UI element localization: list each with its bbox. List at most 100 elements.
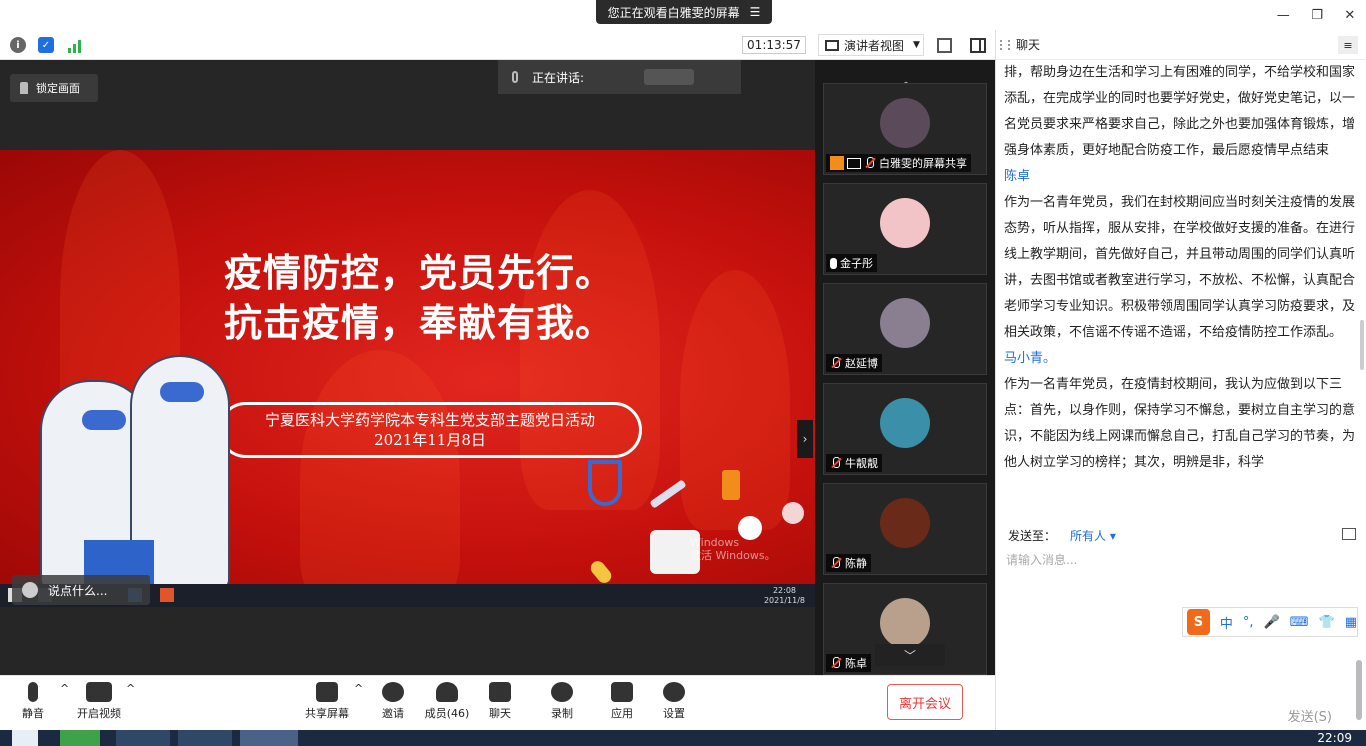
chat-message-list[interactable]: 排，帮助身边在生活和学习上有困难的同学，不给学校和国家添乱，在完成学业的同时也要…: [1004, 60, 1356, 518]
chat-label: 聊天: [489, 707, 511, 720]
user-icon: [830, 156, 844, 170]
remote-date: 2021/11/8: [763, 596, 805, 605]
sogou-logo-icon[interactable]: S: [1187, 609, 1210, 635]
record-icon: [551, 682, 573, 702]
slide-subtitle-banner: 宁夏医科大学药学院本专科生党支部主题党日活动 2021年11月8日: [218, 402, 642, 458]
video-off-icon: [86, 682, 112, 702]
ime-keyboard-icon[interactable]: ⌨: [1290, 615, 1309, 630]
users-icon: [436, 682, 458, 702]
chat-message-sender[interactable]: 陈卓: [1004, 164, 1356, 190]
stethoscope-icon: [588, 460, 622, 506]
audio-options-caret-icon[interactable]: ^: [60, 682, 69, 695]
ime-punctuation[interactable]: °,: [1243, 615, 1254, 630]
signal-icon[interactable]: [66, 37, 82, 53]
meeting-toolbar: 静音 ^ 开启视频 ^ 共享屏幕 ^ 邀请 成员(46) 聊天 录制 应用 设置…: [0, 675, 995, 730]
goggles-icon: [160, 382, 204, 402]
window-controls: — ❐ ✕: [1266, 0, 1366, 30]
participant-name-tag: 牛靓靓: [826, 454, 882, 472]
chat-menu-icon[interactable]: ≡: [1338, 36, 1358, 54]
slide-title-line1: 疫情防控，党员先行。: [224, 250, 615, 295]
menu-icon[interactable]: ☰: [750, 5, 761, 19]
meeting-app-icon[interactable]: [240, 730, 298, 746]
presentation-slide: 疫情防控，党员先行。 抗击疫情，奉献有我。 宁夏医科大学药学院本专科生党支部主题…: [0, 150, 815, 607]
invite-button[interactable]: 邀请: [376, 682, 410, 721]
drag-handle-icon[interactable]: [1000, 39, 1010, 50]
chat-scrollbar[interactable]: [1360, 320, 1364, 370]
chat-bubble-icon: [489, 682, 511, 702]
sidebar-toggle-icon[interactable]: [970, 38, 986, 53]
apps-button[interactable]: 应用: [608, 682, 636, 721]
ime-chinese-mode[interactable]: 中: [1220, 613, 1233, 632]
speaker-name-blur: [644, 69, 695, 85]
quick-chat-button[interactable]: 说点什么...: [12, 575, 150, 605]
muted-microphone-icon: [830, 357, 842, 369]
participant-name-tag: 白雅雯的屏幕共享: [826, 154, 971, 172]
participant-tile[interactable]: 金子彤: [823, 183, 987, 275]
share-options-caret-icon[interactable]: ^: [354, 682, 363, 695]
chat-message: 陈卓 作为一名青年党员，我们在封校期间应当时刻关注疫情的发展态势，听从指挥，服从…: [1004, 164, 1356, 346]
chevron-down-icon: ▼: [913, 40, 920, 50]
share-screen-button[interactable]: 共享屏幕: [302, 682, 352, 721]
ime-menu-icon[interactable]: ▦: [1345, 615, 1357, 630]
wechat-icon[interactable]: [116, 730, 170, 746]
restore-icon[interactable]: ❐: [1311, 8, 1323, 23]
scroll-down-icon[interactable]: ﹀: [875, 644, 945, 666]
chat-message-input[interactable]: [1006, 548, 1356, 572]
image-attach-icon[interactable]: [1342, 528, 1356, 540]
participant-name-tag: 陈卓: [826, 654, 871, 672]
fullscreen-icon[interactable]: [937, 38, 952, 53]
windows-start-icon[interactable]: [12, 730, 38, 746]
share-screen-label: 共享屏幕: [305, 707, 349, 720]
emoji-icon: [22, 582, 38, 598]
browser-icon[interactable]: [60, 730, 100, 746]
close-icon[interactable]: ✕: [1344, 8, 1355, 23]
app-icon[interactable]: [178, 730, 232, 746]
chat-message-sender[interactable]: 马小青。: [1004, 346, 1356, 372]
collapse-gallery-icon[interactable]: ›: [797, 420, 813, 458]
participant-tile[interactable]: 陈静: [823, 483, 987, 575]
video-options-caret-icon[interactable]: ^: [126, 682, 135, 695]
os-taskbar: 22:09: [0, 730, 1366, 746]
chat-panel: 聊天 ≡ 排，帮助身边在生活和学习上有困难的同学，不给学校和国家添乱，在完成学业…: [995, 30, 1366, 730]
chat-message: 排，帮助身边在生活和学习上有困难的同学，不给学校和国家添乱，在完成学业的同时也要…: [1004, 60, 1356, 164]
participant-tile[interactable]: 赵延博: [823, 283, 987, 375]
participant-tile[interactable]: 牛靓靓: [823, 383, 987, 475]
record-button[interactable]: 录制: [548, 682, 576, 721]
input-method-bar[interactable]: S 中 °, 🎤 ⌨ 👕 ▦: [1182, 607, 1358, 637]
mute-button[interactable]: 静音: [18, 682, 48, 721]
slide-title-line2: 抗击疫情，奉献有我。: [224, 300, 615, 345]
chat-message-text: 作为一名青年党员，在疫情封校期间，我认为应做到以下三点：首先，以身作则，保持学习…: [1004, 377, 1356, 470]
chat-resize-scrollbar[interactable]: [1356, 660, 1362, 720]
slide-subtitle-line1: 宁夏医科大学药学院本专科生党支部主题党日活动: [264, 411, 595, 429]
send-button[interactable]: 发送(S): [1288, 706, 1332, 725]
invite-label: 邀请: [382, 707, 404, 720]
send-to-dropdown[interactable]: 所有人 ▾: [1070, 527, 1116, 544]
muted-microphone-icon: [864, 157, 876, 169]
shield-icon[interactable]: ✓: [38, 37, 54, 53]
speaker-view-icon: [825, 39, 839, 51]
info-icon[interactable]: i: [10, 37, 26, 53]
pill-icon: [587, 558, 615, 586]
ime-voice-icon[interactable]: 🎤: [1264, 615, 1280, 630]
medicine-bottle-icon: [722, 470, 740, 500]
chat-title: 聊天: [1016, 38, 1041, 52]
screen-share-icon: [847, 157, 861, 169]
meeting-info-bar: i ✓ 01:13:57 演讲者视图 ▼: [0, 30, 995, 60]
participant-gallery: ︿ 白雅雯的屏幕共享 金子彤 赵延博 牛靓靓 陈静 陈卓 ﹀: [815, 60, 995, 675]
chat-message-text: 排，帮助身边在生活和学习上有困难的同学，不给学校和国家添乱，在完成学业的同时也要…: [1004, 65, 1356, 158]
view-mode-button[interactable]: 演讲者视图 ▼: [818, 34, 924, 56]
chat-button[interactable]: 聊天: [486, 682, 514, 721]
participant-name: 陈卓: [845, 657, 867, 670]
participants-button[interactable]: 成员(46): [424, 682, 470, 721]
leave-meeting-button[interactable]: 离开会议: [887, 684, 963, 720]
lock-view-button[interactable]: 锁定画面: [10, 74, 98, 102]
participant-tile[interactable]: 白雅雯的屏幕共享: [823, 83, 987, 175]
ime-skin-icon[interactable]: 👕: [1319, 615, 1335, 630]
meeting-timer: 01:13:57: [742, 36, 806, 54]
apps-grid-icon: [611, 682, 633, 702]
settings-button[interactable]: 设置: [660, 682, 688, 721]
share-banner[interactable]: 您正在观看白雅雯的屏幕 ☰: [596, 0, 772, 24]
speaking-indicator: 正在讲话:: [498, 60, 741, 94]
start-video-button[interactable]: 开启视频: [74, 682, 124, 721]
minimize-icon[interactable]: —: [1277, 8, 1290, 23]
